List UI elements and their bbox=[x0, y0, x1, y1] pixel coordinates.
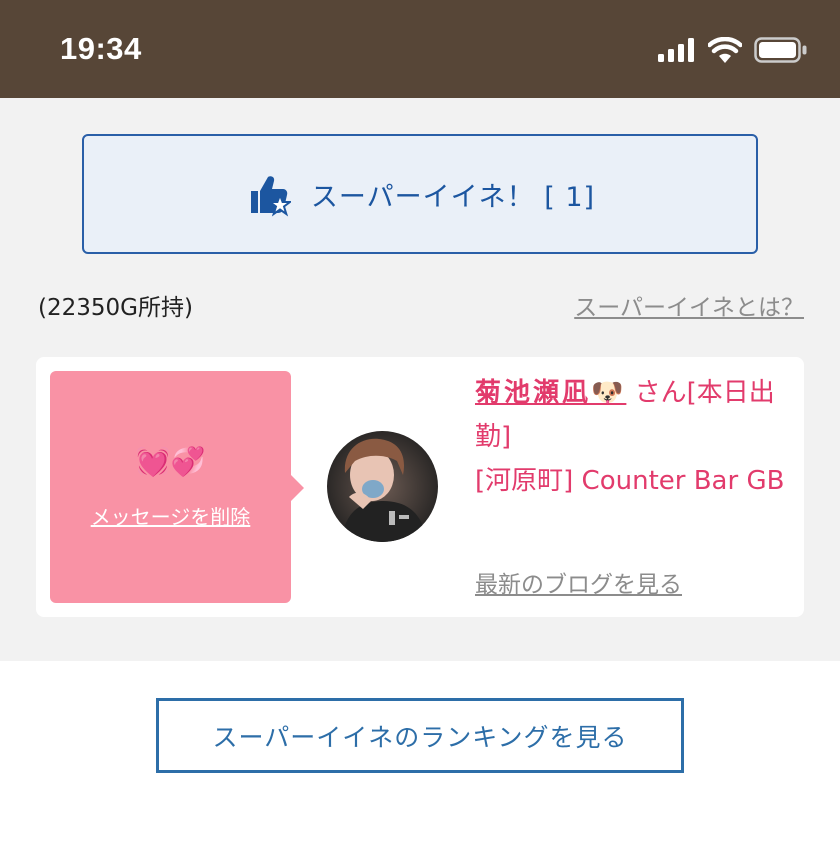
super-like-label: スーパーイイネ！ [ 1] bbox=[310, 181, 596, 213]
status-icons bbox=[658, 37, 808, 63]
message-box: 💓💞 メッセージを削除 bbox=[50, 371, 304, 603]
super-like-help-link[interactable]: スーパーイイネとは？ bbox=[574, 288, 804, 322]
signal-icon bbox=[658, 38, 694, 62]
super-like-button[interactable]: スーパーイイネ！ [ 1] bbox=[82, 134, 758, 254]
battery-icon bbox=[754, 37, 807, 63]
ranking-button[interactable]: スーパーイイネのランキングを見る bbox=[156, 698, 684, 773]
shop-name: [河原町] Counter Bar GB bbox=[475, 466, 785, 496]
status-time: 19:34 bbox=[60, 31, 142, 66]
thumbs-up-star-icon bbox=[250, 176, 291, 217]
avatar[interactable] bbox=[327, 431, 438, 542]
wifi-icon bbox=[708, 37, 742, 63]
message-emojis: 💓💞 bbox=[135, 445, 206, 478]
super-like-card: 💓💞 メッセージを削除 菊池瀬凪🐶 さん[本日出勤] [河原町] Counter… bbox=[36, 357, 804, 617]
delete-message-link[interactable]: メッセージを削除 bbox=[50, 501, 291, 530]
status-bar: 19:34 bbox=[0, 0, 840, 98]
cast-info: 菊池瀬凪🐶 さん[本日出勤] [河原町] Counter Bar GB bbox=[475, 371, 795, 503]
latest-blog-link[interactable]: 最新のブログを見る bbox=[475, 565, 682, 599]
cast-name-link[interactable]: 菊池瀬凪🐶 bbox=[475, 378, 626, 408]
gold-balance: (22350G所持) bbox=[38, 295, 193, 321]
super-like-panel: スーパーイイネ！ [ 1] (22350G所持) スーパーイイネとは？ 💓💞 メ… bbox=[0, 98, 840, 661]
